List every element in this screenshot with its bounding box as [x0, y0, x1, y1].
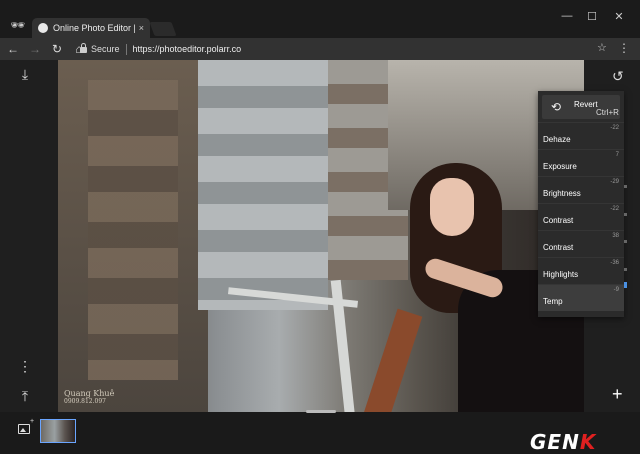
bookmark-star-icon[interactable]: ☆ [597, 41, 607, 54]
photo-thumbnail[interactable] [40, 419, 76, 443]
adjustment-name: Highlights [543, 270, 579, 279]
minimize-button[interactable]: — [560, 10, 574, 22]
adjustment-row[interactable]: Contrast -22 [538, 203, 624, 230]
close-window-button[interactable]: ✕ [612, 10, 626, 23]
revert-shortcut: Ctrl+R [596, 108, 619, 117]
revert-label: Revert [574, 100, 598, 109]
more-options-icon[interactable]: ⋮ [16, 358, 34, 375]
revert-icon: ⟲ [551, 100, 562, 114]
scroll-marker [624, 185, 627, 188]
rusty-railing [363, 308, 423, 412]
adjustment-value: -9 [613, 287, 619, 293]
tab-close-icon[interactable]: × [139, 23, 144, 33]
history-icon[interactable]: ↺ [612, 68, 624, 85]
watermark-phone: 0909.812.097 [64, 398, 106, 405]
back-icon[interactable]: ← [4, 42, 22, 56]
secure-label: Secure [91, 44, 120, 54]
adjustment-value: -22 [610, 206, 619, 212]
watermark-name: Quang Khuê [64, 389, 115, 398]
adjustment-value: -29 [610, 179, 619, 185]
logo-k: K [579, 430, 597, 454]
lock-icon [80, 43, 87, 53]
site-logo: GENK [530, 430, 596, 454]
drag-handle[interactable] [306, 410, 336, 413]
scroll-marker [624, 268, 627, 271]
incognito-icon: 🕶 [10, 18, 26, 32]
panel-scrollbar[interactable] [624, 282, 627, 288]
adjustment-row[interactable]: Exposure 7 [538, 149, 624, 176]
browser-tab[interactable]: Online Photo Editor | Pola × [32, 18, 150, 38]
import-icon[interactable]: ⤓ [16, 66, 34, 83]
tab-title: Online Photo Editor | Pola [53, 23, 135, 33]
adjustment-row[interactable]: Contrast 38 [538, 230, 624, 257]
browser-titlebar: 🕶 Online Photo Editor | Pola × — ☐ ✕ [0, 0, 640, 38]
address-bar[interactable]: Secure https://photoeditor.polarr.co [80, 41, 610, 57]
adjustment-history-panel: ⟲ Revert Ctrl+R Dehaze -22 Exposure 7 Br… [538, 91, 624, 317]
adjustment-name: Dehaze [543, 135, 571, 144]
export-icon[interactable]: ⤒ [16, 388, 34, 405]
adjustment-value: -36 [610, 260, 619, 266]
maximize-button[interactable]: ☐ [585, 10, 599, 23]
browser-toolbar: ← → ↻ ⌂ Secure https://photoeditor.polar… [0, 38, 640, 60]
adjustment-name: Brightness [543, 189, 581, 198]
browser-menu-icon[interactable]: ⋮ [618, 41, 630, 55]
adjustment-value: 38 [612, 233, 619, 239]
adjustment-value: -22 [610, 125, 619, 131]
subject-face [430, 178, 474, 236]
photo-canvas[interactable]: Quang Khuê 0909.812.097 [58, 60, 584, 412]
reload-icon[interactable]: ↻ [48, 42, 66, 56]
divider [125, 43, 127, 55]
adjustment-row[interactable]: Highlights -36 [538, 257, 624, 284]
adjustment-row[interactable]: Brightness -29 [538, 176, 624, 203]
gallery-icon[interactable] [18, 424, 30, 434]
url-text[interactable]: https://photoeditor.polarr.co [133, 44, 242, 54]
scroll-marker [624, 213, 627, 216]
forward-icon[interactable]: → [26, 42, 44, 56]
adjustment-name: Temp [543, 297, 563, 306]
logo-text: GEN [530, 430, 580, 454]
adjustment-row-selected[interactable]: Temp -9 [538, 284, 624, 311]
gallery-plus-icon: + [30, 418, 35, 425]
photo-watermark: Quang Khuê 0909.812.097 [64, 390, 114, 406]
adjustment-name: Exposure [543, 162, 577, 171]
building-center [198, 60, 328, 310]
balconies [88, 80, 178, 380]
left-toolbar: ⤓ ⋮ ⤒ [0, 60, 58, 412]
new-tab-button[interactable] [149, 22, 177, 36]
adjustment-name: Contrast [543, 216, 574, 225]
adjustment-row[interactable]: Dehaze -22 [538, 122, 624, 149]
add-icon[interactable]: + [612, 384, 623, 405]
adjustment-name: Contrast [543, 243, 574, 252]
revert-button[interactable]: ⟲ Revert Ctrl+R [542, 95, 620, 119]
scroll-marker [624, 240, 627, 243]
adjustment-value: 7 [615, 152, 619, 158]
favicon-icon [38, 23, 48, 33]
